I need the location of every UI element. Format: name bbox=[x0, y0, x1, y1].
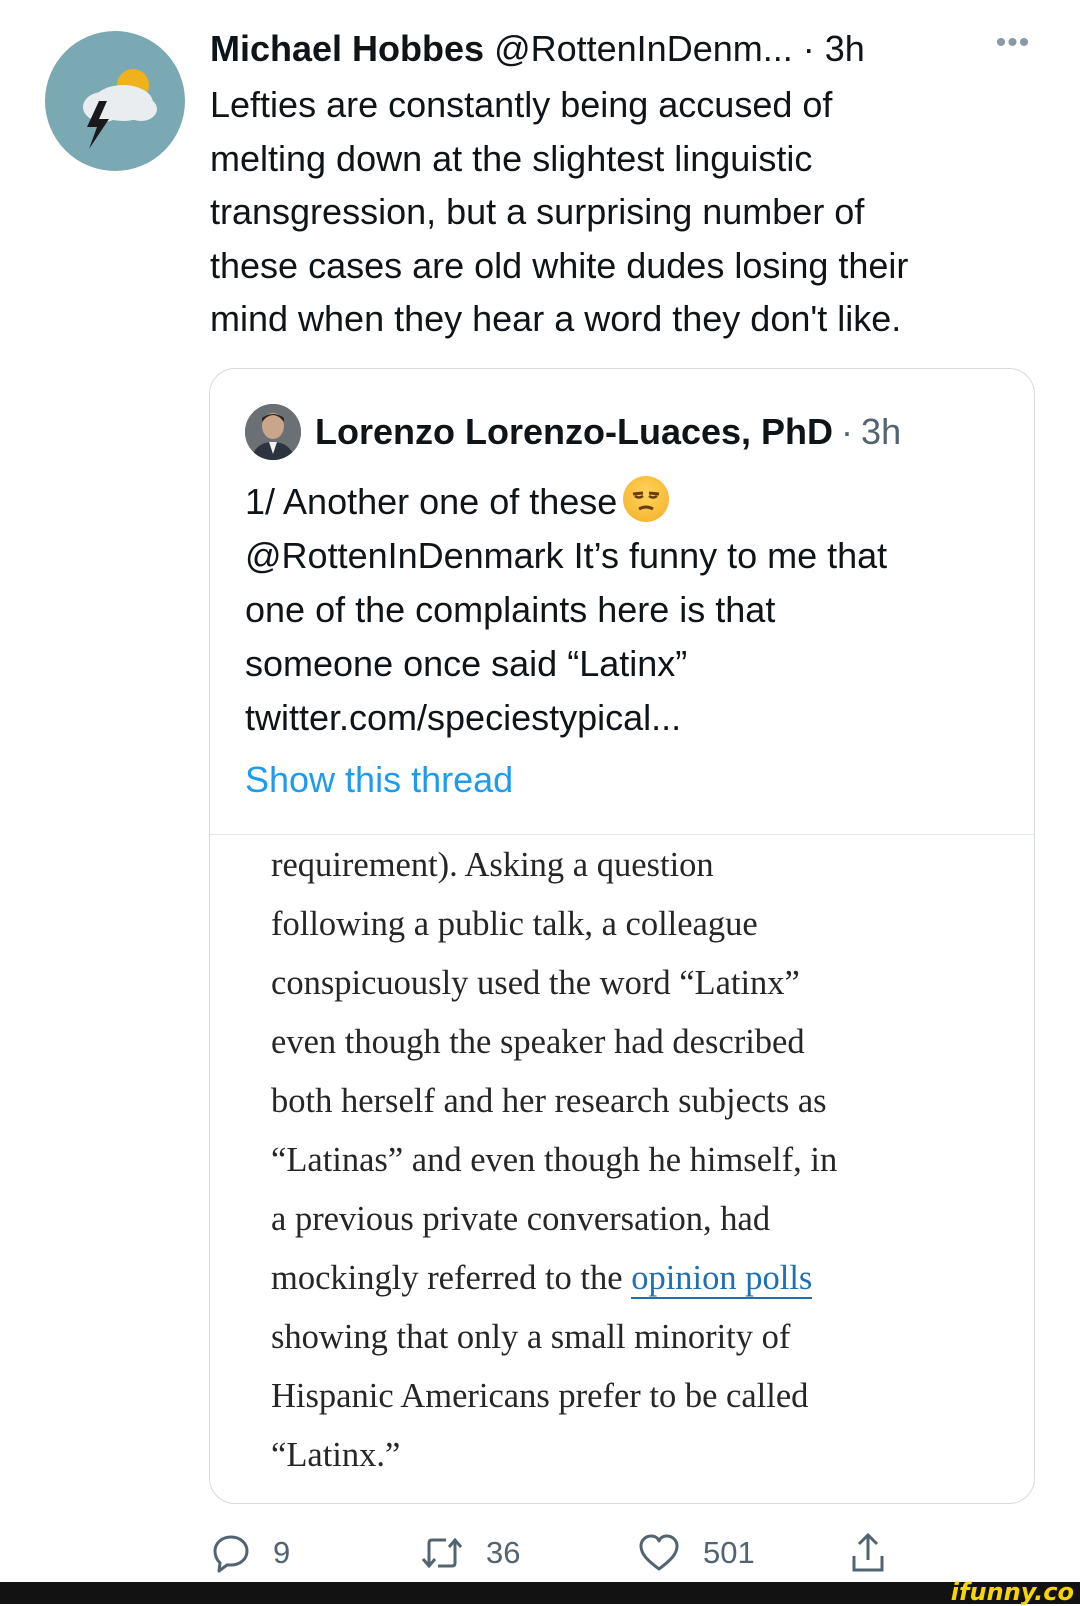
separator-dot: · bbox=[802, 28, 815, 69]
reply-icon bbox=[213, 1535, 249, 1573]
divider bbox=[210, 834, 1034, 835]
like-count: 501 bbox=[703, 1535, 755, 1570]
article-line: mockingly referred to the opinion polls bbox=[271, 1249, 1011, 1308]
quoted-text-line: @RottenInDenmark It’s funny to me that bbox=[245, 535, 888, 576]
ifunny-watermark-logo: ifunny.co bbox=[950, 1578, 1074, 1606]
quoted-tweet-time[interactable]: 3h bbox=[861, 411, 901, 453]
more-options-icon[interactable]: ••• bbox=[985, 26, 1041, 66]
author-handle[interactable]: @RottenInDenm... bbox=[494, 28, 793, 70]
profile-photo-icon bbox=[245, 404, 301, 460]
quoted-text-line: 1/ Another one of these bbox=[245, 481, 618, 522]
quoted-tweet[interactable]: Lorenzo Lorenzo-Luaces, PhD · 3h 1/ Anot… bbox=[209, 368, 1035, 1504]
author-avatar[interactable] bbox=[45, 31, 185, 171]
tweet-actions: 9 36 501 bbox=[0, 1528, 1080, 1578]
article-line: even though the speaker had described bbox=[271, 1023, 805, 1061]
like-button[interactable]: 501 bbox=[637, 1528, 755, 1578]
article-line: “Latinx.” bbox=[271, 1436, 401, 1474]
article-line: both herself and her research subjects a… bbox=[271, 1082, 827, 1120]
article-line-text: mockingly referred to the bbox=[271, 1259, 632, 1297]
unamused-face-emoji-icon bbox=[623, 476, 670, 522]
show-thread-link[interactable]: Show this thread bbox=[245, 759, 513, 801]
opinion-polls-link: opinion polls bbox=[631, 1259, 813, 1299]
tweet-text-line: mind when they hear a word they don't li… bbox=[210, 298, 902, 339]
retweet-icon bbox=[421, 1537, 463, 1569]
quoted-tweet-header: Lorenzo Lorenzo-Luaces, PhD · 3h bbox=[245, 403, 901, 461]
reply-count: 9 bbox=[273, 1535, 291, 1570]
article-line: conspicuously used the word “Latinx” bbox=[271, 964, 800, 1002]
article-excerpt-image: requirement). Asking a question followin… bbox=[271, 836, 1011, 1485]
retweet-button[interactable]: 36 bbox=[420, 1528, 520, 1578]
reply-button[interactable]: 9 bbox=[211, 1528, 290, 1578]
article-line: a previous private conversation, had bbox=[271, 1200, 771, 1238]
tweet-text-line: these cases are old white dudes losing t… bbox=[210, 244, 909, 286]
share-icon bbox=[852, 1532, 884, 1572]
tweet-text: Lefties are constantly being accused of … bbox=[210, 78, 1040, 346]
tweet-header: Michael Hobbes @RottenInDenm... · 3h bbox=[210, 28, 865, 74]
separator-dot: · bbox=[841, 411, 854, 452]
article-line: requirement). Asking a question bbox=[271, 846, 714, 884]
retweet-count: 36 bbox=[486, 1535, 521, 1570]
watermark-bar: ifunny.co bbox=[0, 1578, 1080, 1606]
tweet-text-line: Lefties are constantly being accused of bbox=[210, 84, 833, 125]
article-line: following a public talk, a colleague bbox=[271, 905, 758, 943]
quoted-author-avatar[interactable] bbox=[245, 404, 301, 460]
article-line: showing that only a small minority of bbox=[271, 1318, 791, 1356]
weather-icon bbox=[83, 69, 157, 149]
article-line: Hispanic Americans prefer to be called bbox=[271, 1377, 809, 1415]
tweet-text-line: transgression, but a surprising number o… bbox=[210, 191, 865, 232]
tweet-text-line: melting down at the slightest linguistic bbox=[210, 137, 813, 179]
share-button[interactable] bbox=[850, 1528, 908, 1578]
quoted-tweet-text: 1/ Another one of these @RottenInDenmark… bbox=[245, 475, 1015, 745]
quoted-text-line: someone once said “Latinx” bbox=[245, 643, 688, 684]
quoted-author-name[interactable]: Lorenzo Lorenzo-Luaces, PhD bbox=[315, 411, 833, 453]
quoted-text-line: one of the complaints here is that bbox=[245, 589, 776, 630]
quoted-text-link[interactable]: twitter.com/speciestypical... bbox=[245, 691, 1015, 745]
tweet-time[interactable]: 3h bbox=[825, 28, 865, 70]
heart-icon bbox=[639, 1534, 679, 1571]
article-line: “Latinas” and even though he himself, in bbox=[271, 1141, 838, 1179]
author-name[interactable]: Michael Hobbes bbox=[210, 28, 484, 70]
